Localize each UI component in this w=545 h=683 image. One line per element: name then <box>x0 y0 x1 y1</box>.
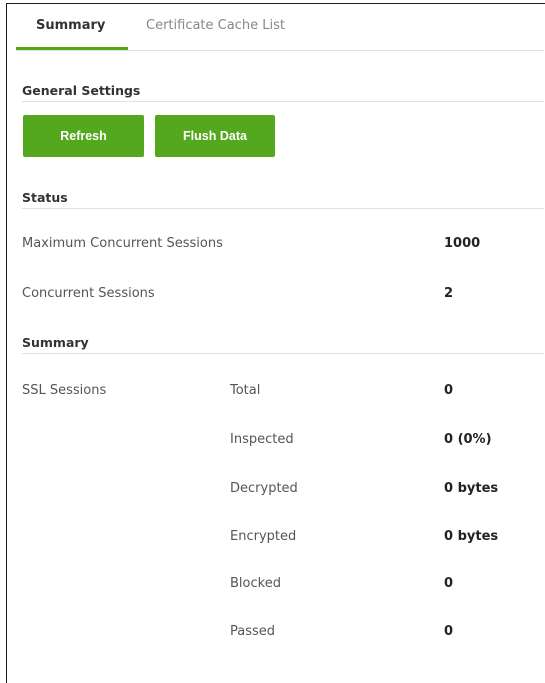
max-sessions-value: 1000 <box>444 236 481 251</box>
summary-divider <box>22 353 544 354</box>
summary-title: Summary <box>22 335 89 350</box>
tab-certificate-cache-list[interactable]: Certificate Cache List <box>146 18 285 33</box>
inspected-label: Inspected <box>230 432 294 447</box>
general-settings-divider <box>22 101 544 102</box>
max-sessions-label: Maximum Concurrent Sessions <box>22 236 223 251</box>
tab-bar: Summary Certificate Cache List <box>16 13 544 51</box>
passed-label: Passed <box>230 624 276 639</box>
decrypted-value: 0 bytes <box>444 481 499 496</box>
total-label: Total <box>230 383 261 398</box>
inspected-value: 0 (0%) <box>444 432 492 447</box>
status-title: Status <box>22 190 68 205</box>
total-value: 0 <box>444 383 454 398</box>
concurrent-sessions-value: 2 <box>444 286 454 301</box>
concurrent-sessions-label: Concurrent Sessions <box>22 286 155 301</box>
ssl-sessions-label: SSL Sessions <box>22 383 107 398</box>
blocked-label: Blocked <box>230 576 281 591</box>
active-tab-indicator <box>16 47 128 50</box>
encrypted-label: Encrypted <box>230 529 297 544</box>
flush-data-button[interactable]: Flush Data <box>155 115 275 157</box>
blocked-value: 0 <box>444 576 454 591</box>
refresh-button[interactable]: Refresh <box>23 115 144 157</box>
tab-summary[interactable]: Summary <box>36 18 105 33</box>
general-settings-title: General Settings <box>22 83 141 98</box>
status-divider <box>22 208 544 209</box>
encrypted-value: 0 bytes <box>444 529 499 544</box>
passed-value: 0 <box>444 624 454 639</box>
decrypted-label: Decrypted <box>230 481 298 496</box>
